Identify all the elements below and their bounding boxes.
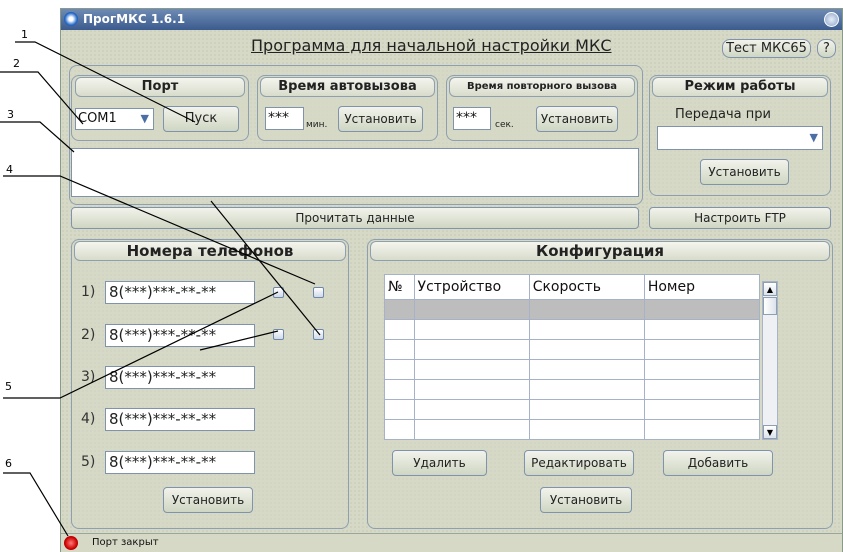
autocall-heading: Время автовызова (260, 77, 435, 97)
read-data-button[interactable]: Прочитать данные (71, 207, 639, 229)
table-header-row: № Устройство Скорость Номер (384, 274, 761, 300)
phone-number-index: 5) (81, 454, 96, 470)
phone-number-index: 2) (81, 327, 96, 343)
phone-number-index: 4) (81, 411, 96, 427)
column-header-device[interactable]: Устройство (413, 274, 530, 300)
callout-label-4: 4 (6, 163, 13, 176)
config-heading: Конфигурация (370, 241, 830, 261)
port-select-value: COM1 (78, 111, 117, 126)
mode-label: Передача при (675, 107, 771, 122)
port-heading: Порт (75, 77, 245, 97)
scroll-down-icon[interactable]: ▼ (763, 425, 777, 439)
config-table: № Устройство Скорость Номер (384, 274, 761, 440)
port-select[interactable]: COM1 ▼ (75, 108, 154, 130)
callout-label-2: 2 (13, 57, 20, 70)
table-row[interactable] (384, 419, 761, 440)
phone-input-3[interactable]: 8(***)***-**-** (105, 366, 255, 389)
callout-label-3: 3 (7, 108, 14, 121)
table-row[interactable] (384, 399, 761, 420)
phones-set-button[interactable]: Установить (163, 487, 253, 513)
autocall-input[interactable]: *** (265, 107, 304, 130)
recall-unit: сек. (495, 120, 514, 130)
start-button[interactable]: Пуск (163, 106, 239, 132)
log-area[interactable] (71, 148, 639, 197)
window-control-button[interactable] (824, 12, 839, 27)
column-header-number[interactable]: № (384, 274, 415, 300)
phone-input-4[interactable]: 8(***)***-**-** (105, 408, 255, 431)
phone-number-index: 3) (81, 369, 96, 385)
app-window: ПрогМКС 1.6.1 Программа для начальной на… (60, 8, 843, 552)
app-icon (64, 12, 78, 26)
test-mks65-button[interactable]: Тест МКС65 (722, 39, 811, 58)
help-button[interactable]: ? (817, 39, 836, 58)
window-title: ПрогМКС 1.6.1 (83, 12, 186, 26)
chevron-down-icon: ▼ (140, 112, 149, 125)
recall-input[interactable]: *** (453, 107, 491, 130)
scroll-up-icon[interactable]: ▲ (763, 282, 777, 296)
table-row[interactable] (384, 359, 761, 380)
scroll-thumb[interactable] (763, 297, 777, 315)
status-indicator-icon (64, 536, 78, 550)
config-set-button[interactable]: Установить (540, 487, 632, 513)
callout-label-5: 5 (5, 380, 12, 393)
autocall-set-button[interactable]: Установить (338, 106, 423, 132)
status-bar: Порт закрыт (61, 533, 842, 552)
recall-set-button[interactable]: Установить (536, 106, 618, 132)
callout-line-6 (3, 472, 69, 537)
phone-checkbox-2b[interactable] (313, 329, 324, 340)
phones-heading: Номера телефонов (74, 241, 346, 261)
table-row[interactable] (384, 339, 761, 360)
phone-number-index: 1) (81, 284, 96, 300)
table-row[interactable] (384, 379, 761, 400)
phone-input-2[interactable]: 8(***)***-**-** (105, 324, 255, 347)
phone-checkbox-2a[interactable] (273, 329, 284, 340)
delete-button[interactable]: Удалить (392, 450, 487, 476)
phone-input-1[interactable]: 8(***)***-**-** (105, 281, 255, 304)
phone-checkbox-1b[interactable] (313, 287, 324, 298)
table-row[interactable] (384, 299, 761, 320)
phone-input-5[interactable]: 8(***)***-**-** (105, 451, 255, 474)
mode-select[interactable]: ▼ (657, 126, 823, 150)
table-scrollbar[interactable]: ▲ ▼ (762, 281, 778, 440)
autocall-unit: мин. (306, 120, 328, 130)
setup-ftp-button[interactable]: Настроить FTP (649, 207, 831, 229)
chevron-down-icon: ▼ (809, 131, 818, 144)
status-text: Порт закрыт (92, 537, 159, 548)
recall-heading: Время повторного вызова (449, 77, 635, 97)
callout-label-6: 6 (5, 457, 12, 470)
config-group: № Устройство Скорость Номер ▲ ▼ (367, 239, 833, 529)
column-header-speed[interactable]: Скорость (528, 274, 645, 300)
page-title: Программа для начальной настройки МКС (251, 36, 612, 55)
column-header-phone[interactable]: Номер (643, 274, 761, 300)
add-button[interactable]: Добавить (663, 450, 773, 476)
table-row[interactable] (384, 319, 761, 340)
edit-button[interactable]: Редактировать (524, 450, 634, 476)
callout-label-1: 1 (21, 28, 28, 41)
mode-heading: Режим работы (652, 77, 828, 97)
phone-checkbox-1a[interactable] (273, 287, 284, 298)
title-bar[interactable]: ПрогМКС 1.6.1 (61, 9, 842, 30)
mode-set-button[interactable]: Установить (700, 159, 789, 185)
